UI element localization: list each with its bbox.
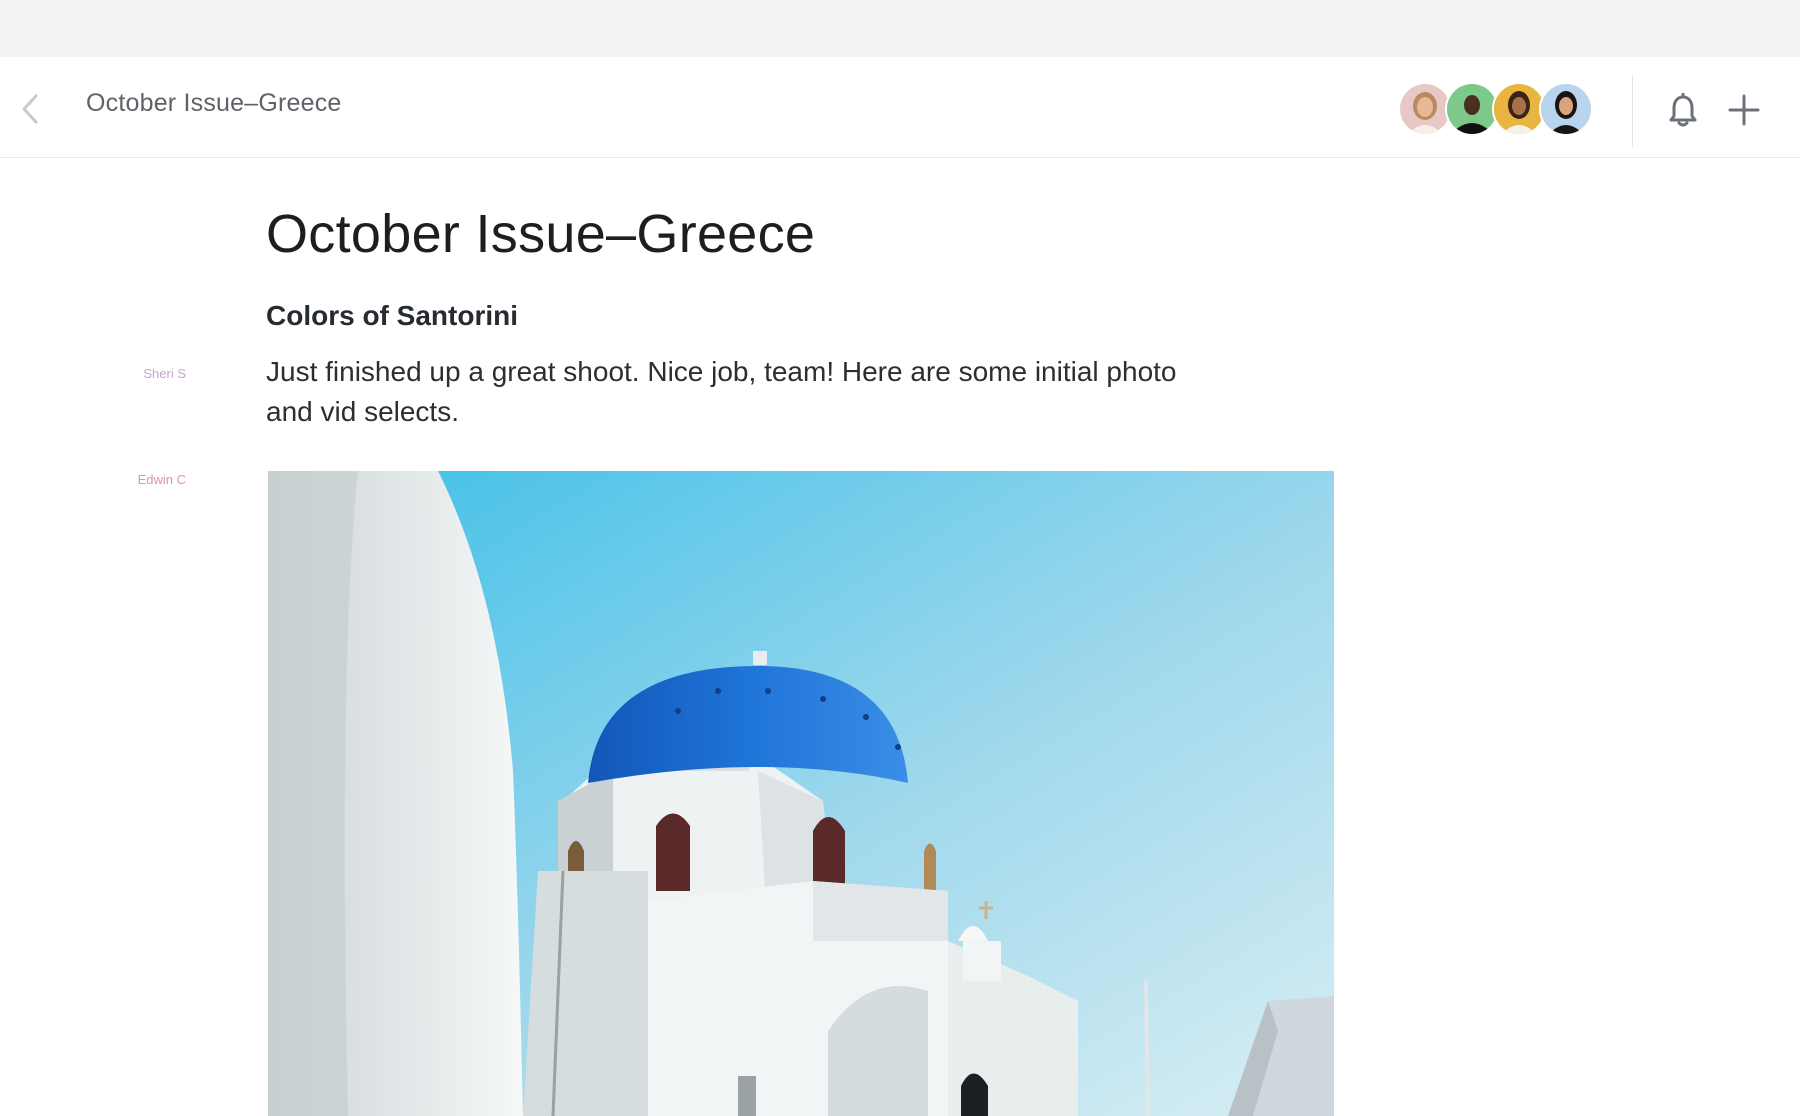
add-button[interactable] xyxy=(1724,90,1764,130)
paragraph[interactable]: Just finished up a great shoot. Nice job… xyxy=(266,352,1186,432)
notifications-button[interactable] xyxy=(1664,91,1702,131)
document-header: October Issue–Greece xyxy=(0,57,1800,158)
bell-icon xyxy=(1669,93,1697,127)
header-title: October Issue–Greece xyxy=(86,89,342,117)
author-label: Sheri S xyxy=(143,366,186,381)
author-label: Edwin C xyxy=(137,472,186,487)
document-title[interactable]: October Issue–Greece xyxy=(266,203,815,265)
section-heading[interactable]: Colors of Santorini xyxy=(266,300,518,332)
back-button[interactable] xyxy=(14,89,46,129)
header-divider xyxy=(1632,75,1633,147)
avatar[interactable] xyxy=(1445,82,1499,136)
avatar[interactable] xyxy=(1539,82,1593,136)
plus-icon xyxy=(1728,94,1760,126)
app-window: October Issue–Greece October Issue–Greec… xyxy=(0,0,1800,1116)
top-bar xyxy=(0,0,1800,57)
collaborator-avatars[interactable] xyxy=(1398,82,1598,136)
chevron-left-icon xyxy=(22,94,38,124)
avatar[interactable] xyxy=(1398,82,1452,136)
avatar[interactable] xyxy=(1492,82,1546,136)
santorini-photo[interactable] xyxy=(268,471,1334,1116)
